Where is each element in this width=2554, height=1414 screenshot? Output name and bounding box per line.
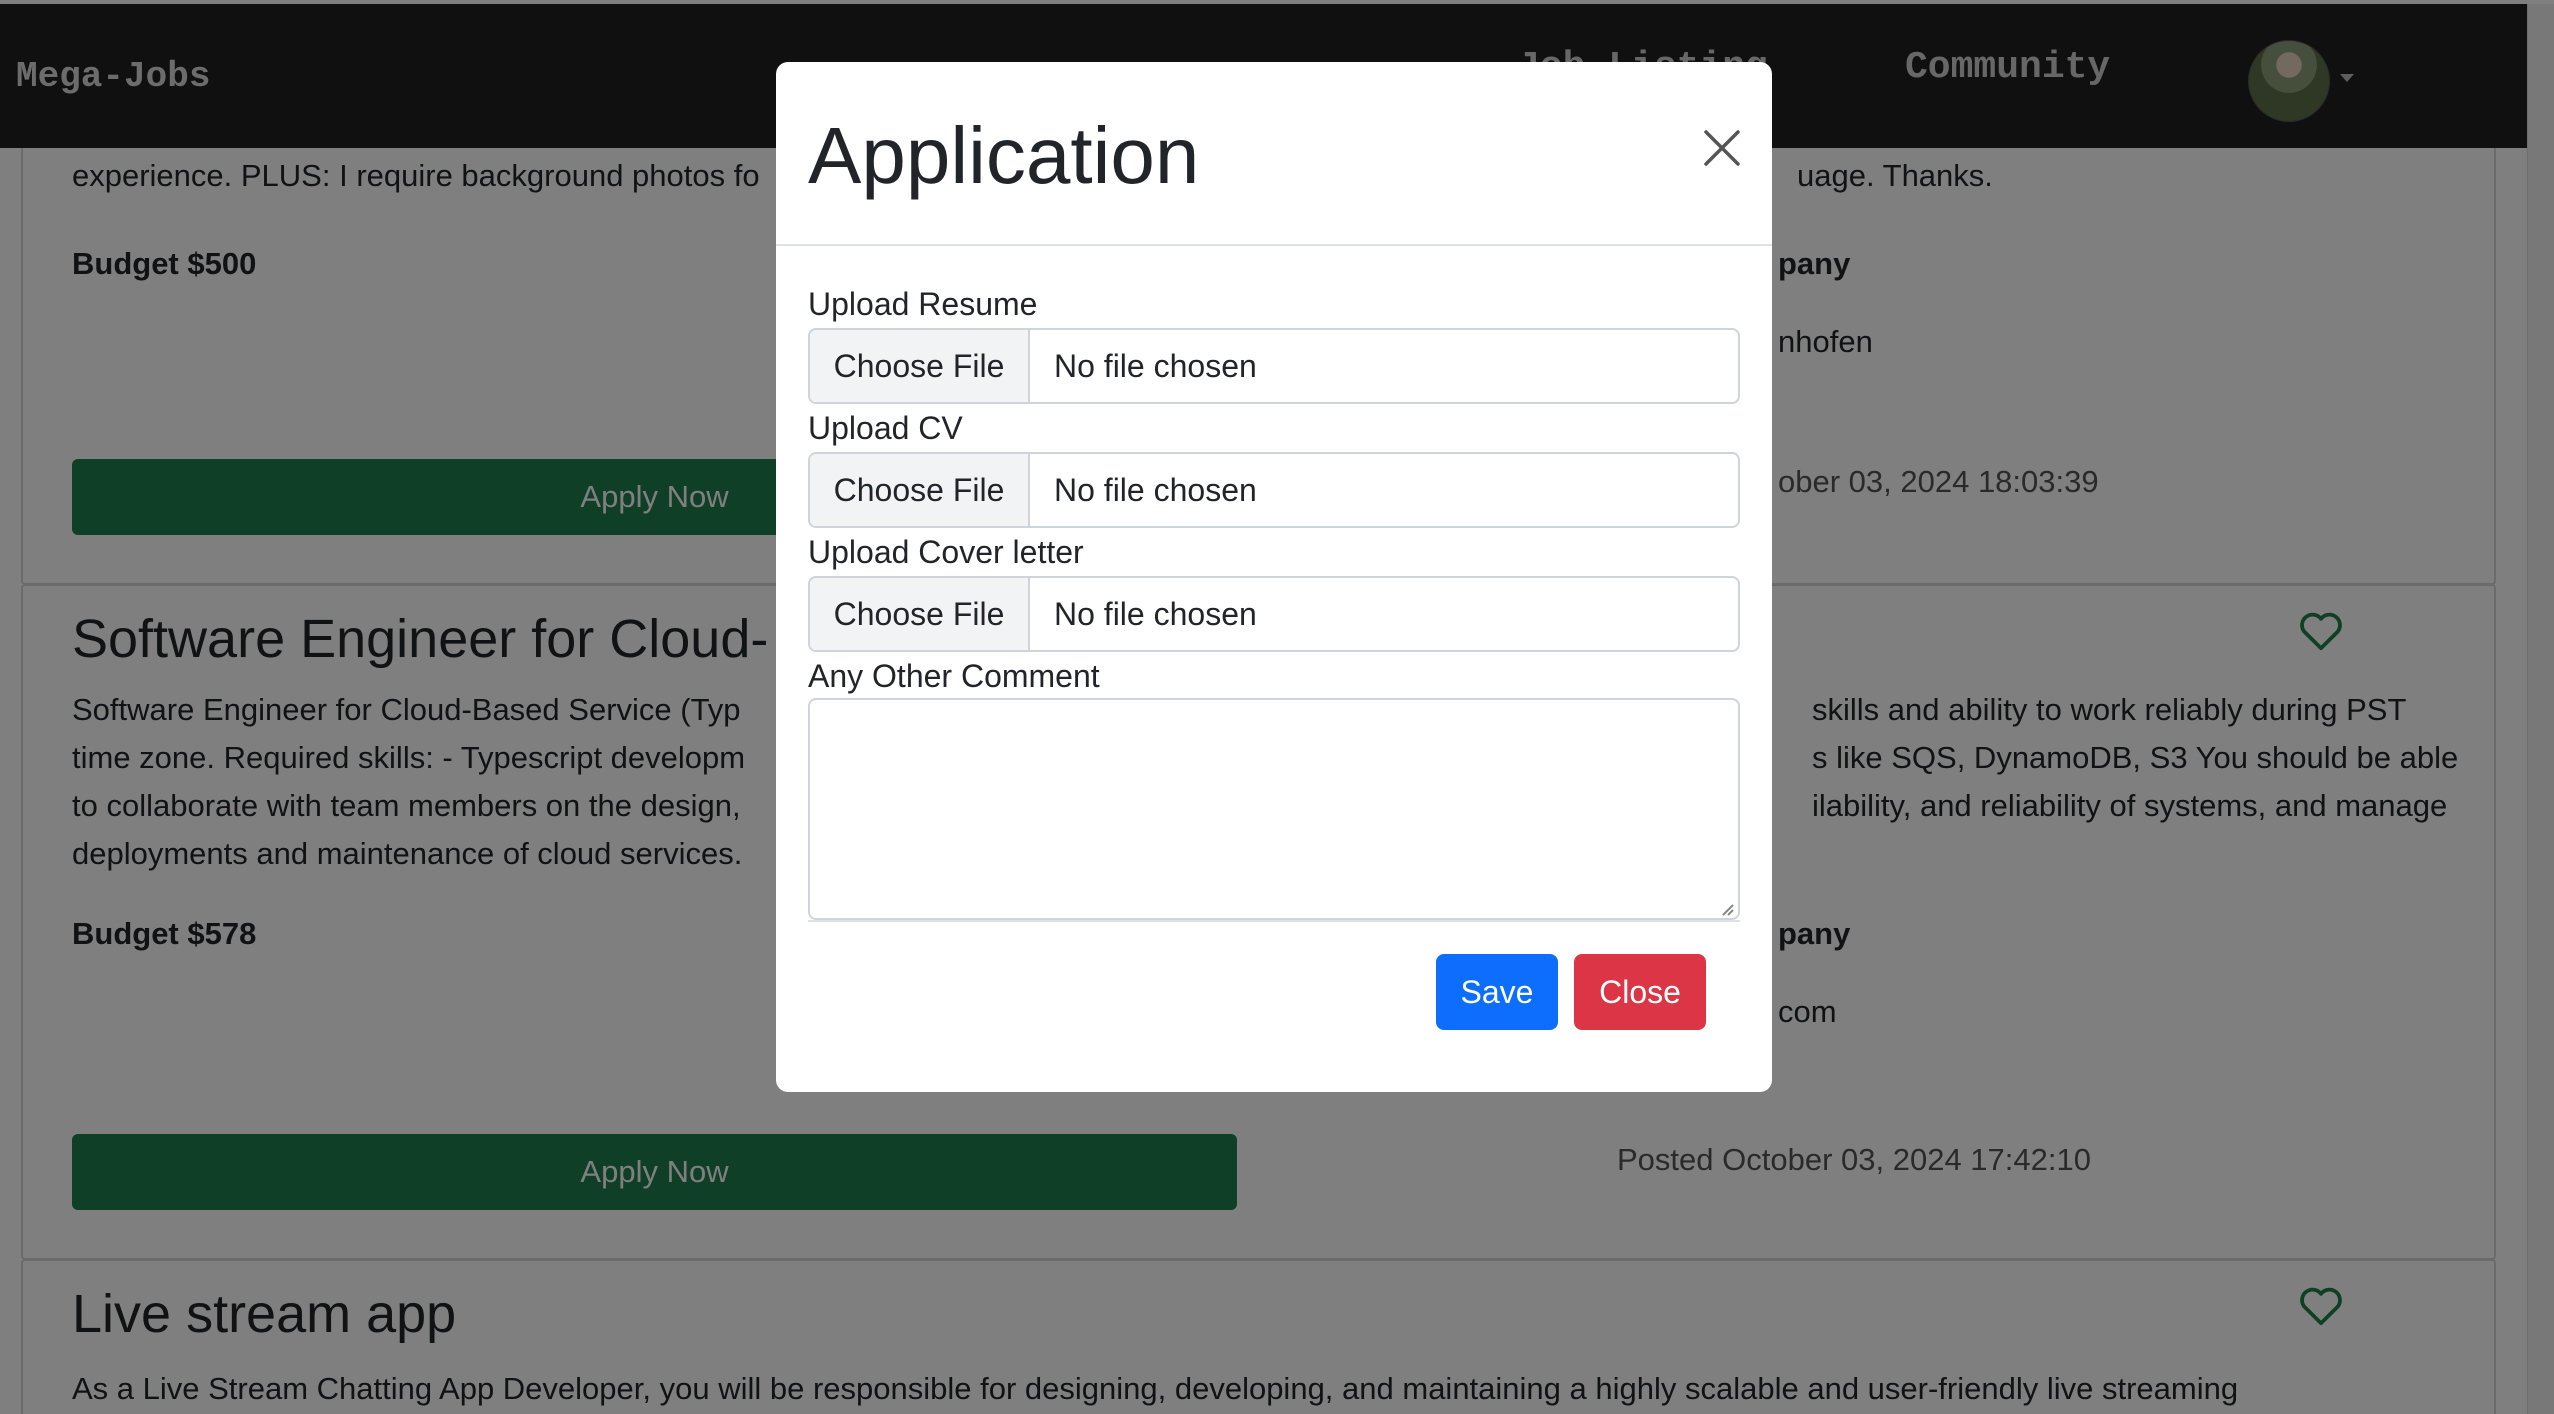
upload-cover-letter-label: Upload Cover letter	[808, 534, 1084, 570]
modal-divider	[808, 920, 1740, 922]
close-button[interactable]: Close	[1574, 954, 1706, 1030]
file-status: No file chosen	[1054, 596, 1257, 632]
close-icon[interactable]	[1702, 128, 1742, 168]
save-button[interactable]: Save	[1436, 954, 1558, 1030]
upload-cv-input[interactable]: Choose File No file chosen	[808, 452, 1740, 528]
comment-textarea[interactable]	[808, 698, 1740, 920]
upload-cv-label: Upload CV	[808, 410, 963, 446]
upload-resume-label: Upload Resume	[808, 286, 1038, 322]
application-modal: Application Upload Resume Choose File No…	[776, 62, 1772, 1092]
file-status: No file chosen	[1054, 472, 1257, 508]
file-status: No file chosen	[1054, 348, 1257, 384]
upload-cover-letter-input[interactable]: Choose File No file chosen	[808, 576, 1740, 652]
choose-file-button[interactable]: Choose File	[810, 454, 1030, 526]
modal-header: Application	[776, 62, 1772, 246]
resize-grip-icon[interactable]	[1716, 898, 1734, 916]
choose-file-button[interactable]: Choose File	[810, 578, 1030, 650]
page: Mega-Jobs Job Listing Community experien…	[0, 0, 2554, 1414]
comment-label: Any Other Comment	[808, 658, 1100, 694]
upload-resume-input[interactable]: Choose File No file chosen	[808, 328, 1740, 404]
choose-file-button[interactable]: Choose File	[810, 330, 1030, 402]
modal-title: Application	[808, 111, 1200, 200]
